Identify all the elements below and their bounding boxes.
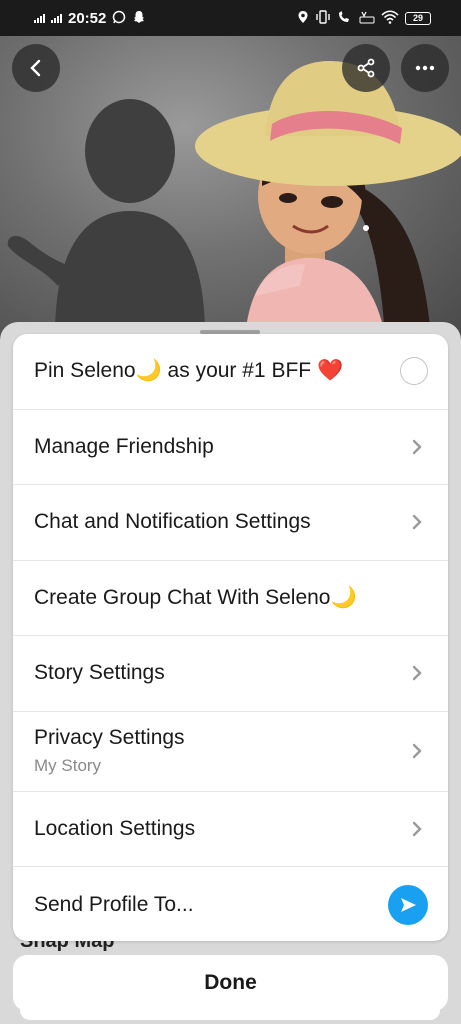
status-bar: 20:52 29 (0, 0, 461, 36)
story-settings-item[interactable]: Story Settings (13, 636, 448, 712)
more-options-button[interactable] (401, 44, 449, 92)
menu-item-label: Manage Friendship (34, 434, 214, 458)
wifi-calling-icon (337, 10, 353, 26)
status-left: 20:52 (34, 10, 146, 27)
options-menu: Pin Seleno🌙 as your #1 BFF ❤️ Manage Fri… (13, 334, 448, 941)
menu-item-label: Pin Seleno🌙 as your #1 BFF ❤️ (34, 359, 344, 383)
chat-notification-settings-item[interactable]: Chat and Notification Settings (13, 485, 448, 561)
chevron-right-icon (406, 820, 428, 838)
back-button[interactable] (12, 44, 60, 92)
location-settings-item[interactable]: Location Settings (13, 792, 448, 867)
menu-item-label: Create Group Chat With Seleno🌙 (34, 585, 357, 609)
whatsapp-icon (112, 10, 126, 26)
chevron-right-icon (406, 664, 428, 682)
send-button[interactable] (388, 884, 428, 925)
chevron-right-icon (406, 742, 428, 760)
done-button[interactable]: Done (13, 955, 448, 1011)
snapchat-ghost-icon (132, 10, 146, 26)
signal-icon (34, 13, 45, 23)
menu-item-label: Send Profile To... (34, 892, 194, 916)
menu-item-label: Story Settings (34, 661, 165, 685)
more-dots-icon (415, 65, 435, 71)
share-button[interactable] (342, 44, 390, 92)
manage-friendship-item[interactable]: Manage Friendship (13, 410, 448, 485)
profile-hero (0, 36, 461, 336)
chevron-right-icon (406, 438, 428, 456)
pin-bff-radio[interactable] (400, 357, 428, 386)
bitmoji-illustration (7, 61, 461, 336)
pin-bff-item[interactable]: Pin Seleno🌙 as your #1 BFF ❤️ (13, 334, 448, 410)
menu-item-sublabel: My Story (34, 756, 102, 775)
menu-item-label: Location Settings (34, 816, 196, 840)
battery-indicator: 29 (405, 11, 431, 25)
status-time: 20:52 (68, 9, 107, 27)
wifi-icon (381, 10, 399, 26)
send-arrow-icon (401, 897, 416, 912)
volte-icon (359, 10, 375, 26)
chevron-left-icon (30, 59, 41, 77)
chevron-right-icon (406, 513, 428, 531)
create-group-chat-item[interactable]: Create Group Chat With Seleno🌙 (13, 561, 448, 636)
send-profile-item[interactable]: Send Profile To... (13, 867, 448, 941)
share-icon (357, 58, 375, 78)
menu-item-label: Privacy Settings (34, 726, 185, 749)
vibrate-icon (315, 10, 331, 26)
menu-item-label: Chat and Notification Settings (34, 510, 311, 534)
status-right: 29 (297, 10, 431, 26)
privacy-settings-item[interactable]: Privacy Settings My Story (13, 712, 448, 792)
location-pin-icon (297, 10, 309, 26)
signal-icon (51, 13, 62, 23)
